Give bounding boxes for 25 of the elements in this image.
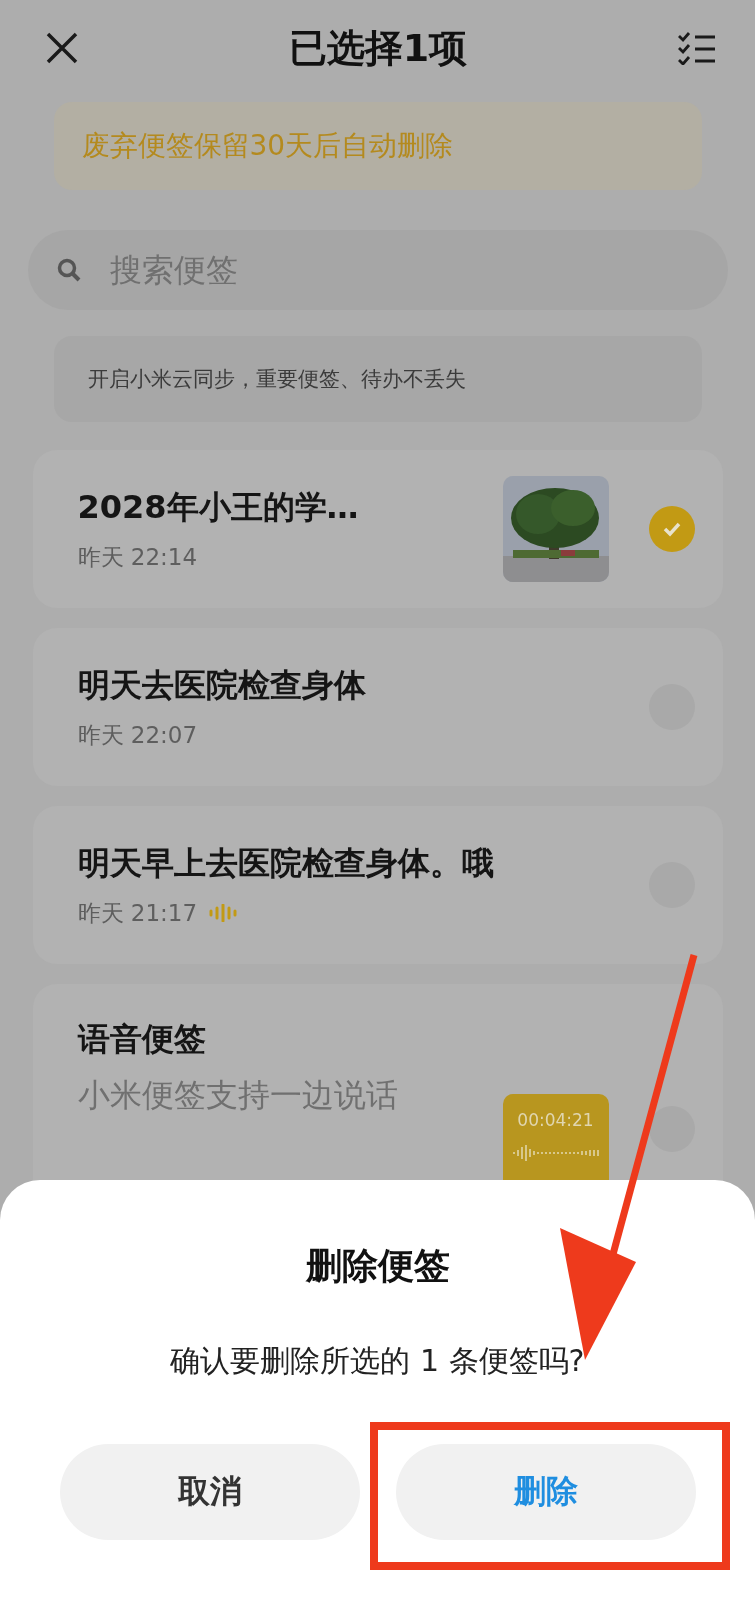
note-time: 昨天 21:17 [77, 898, 198, 928]
search-icon [55, 257, 82, 283]
cancel-button[interactable]: 取消 [59, 1444, 360, 1540]
selection-checkbox[interactable] [648, 1106, 695, 1152]
dialog-title: 删除便签 [305, 1244, 450, 1288]
note-time: 昨天 22:14 [77, 542, 198, 572]
note-card[interactable]: 明天去医院检查身体 昨天 22:07 [32, 628, 723, 786]
note-title: 明天早上去医院检查身体。哦 [77, 842, 495, 884]
note-card[interactable]: 明天早上去医院检查身体。哦 昨天 21:17 [32, 806, 723, 964]
recording-duration: 00:04:21 [517, 1110, 594, 1130]
audio-wave-icon [512, 1144, 599, 1162]
note-title: 明天去医院检查身体 [77, 664, 367, 706]
selection-checkbox[interactable] [648, 506, 695, 552]
select-all-icon[interactable] [677, 31, 717, 65]
sync-tip[interactable]: 开启小米云同步，重要便签、待办不丢失 [53, 336, 702, 422]
note-card[interactable]: 2028年小王的学… 昨天 22:14 [32, 450, 723, 608]
note-preview: 小米便签支持一边说话 [77, 1075, 399, 1116]
audio-wave-icon [209, 904, 240, 922]
page-title: 已选择1项 [288, 24, 468, 72]
close-icon[interactable] [45, 31, 79, 65]
trash-notice-banner: 废弃便签保留30天后自动删除 [53, 102, 702, 190]
note-title: 2028年小王的学… [77, 486, 360, 528]
dialog-message: 确认要删除所选的 1 条便签吗? [170, 1342, 585, 1380]
note-title: 语音便签 [77, 1019, 207, 1060]
note-time: 昨天 22:07 [77, 720, 198, 750]
